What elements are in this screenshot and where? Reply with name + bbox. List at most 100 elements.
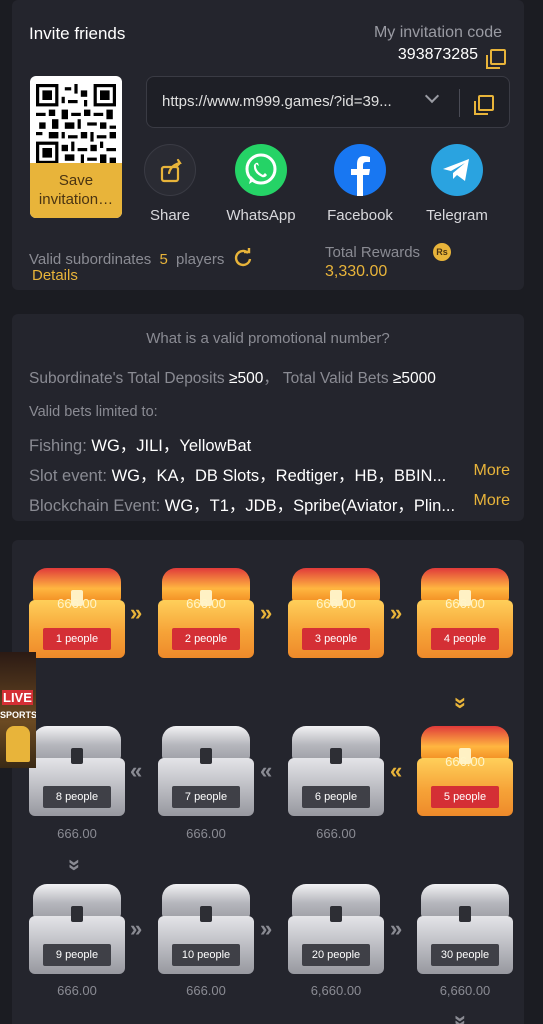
chevron-down-icon[interactable] xyxy=(424,88,440,104)
blockchain-label: Blockchain Event: xyxy=(29,497,161,515)
invitation-link: https://www.m999.games/?id=39... xyxy=(162,93,392,110)
live-label: LIVE xyxy=(2,690,33,705)
share-label: Share xyxy=(149,207,191,224)
blockchain-more-link[interactable]: More xyxy=(474,492,510,510)
chest-8[interactable]: 8 people xyxy=(29,726,125,818)
chest-people: 8 people xyxy=(43,786,111,808)
share-icon xyxy=(144,144,196,196)
whatsapp-label: WhatsApp xyxy=(226,207,296,224)
facebook-label: Facebook xyxy=(327,207,393,224)
qr-card: Save invitation… xyxy=(30,76,122,218)
total-rewards-label: Total Rewards xyxy=(325,244,421,261)
arrow-left-icon: « xyxy=(260,758,273,783)
blockchain-value: WG，T1，JDB，Spribe(Aviator，Plin... xyxy=(164,497,456,515)
arrow-left-icon: « xyxy=(130,758,143,783)
arrow-right-icon: » xyxy=(130,916,143,941)
page-title: Invite friends xyxy=(29,24,126,43)
chest-10[interactable]: 10 people xyxy=(158,884,254,976)
chest-20[interactable]: 20 people xyxy=(288,884,384,976)
fishing-value: WG，JILI，YellowBat xyxy=(91,437,252,455)
sports-label: SPORTS xyxy=(0,710,36,720)
qr-code xyxy=(36,84,116,164)
telegram-label: Telegram xyxy=(426,207,488,224)
chest-amount: 666.00 xyxy=(57,596,97,611)
arrow-down-icon: » xyxy=(63,858,89,872)
chest-people: 9 people xyxy=(43,944,111,966)
chest-people: 4 people xyxy=(431,628,499,650)
chest-4[interactable]: 666.00 4 people xyxy=(417,568,513,660)
chest-amount: 666.00 xyxy=(57,826,97,841)
chest-people: 7 people xyxy=(172,786,240,808)
refresh-icon[interactable] xyxy=(233,248,253,268)
subordinates-unit: players xyxy=(176,251,225,268)
chest-amount: 666.00 xyxy=(186,596,226,611)
invite-page: Invite friends My invitation code 393873… xyxy=(0,0,543,1024)
slot-more-link[interactable]: More xyxy=(474,462,510,480)
chest-6[interactable]: 6 people xyxy=(288,726,384,818)
deposits-value: ≥500 xyxy=(229,370,264,387)
arrow-down-icon: » xyxy=(449,696,475,710)
invite-card: Invite friends My invitation code 393873… xyxy=(12,0,524,290)
chest-people: 5 people xyxy=(431,786,499,808)
chest-people: 20 people xyxy=(302,944,370,966)
deposit-requirement: Subordinate's Total Deposits ≥500， Total… xyxy=(29,370,436,387)
details-link[interactable]: Details xyxy=(32,267,78,284)
arrow-right-icon: » xyxy=(260,600,273,625)
chest-3[interactable]: 666.00 3 people xyxy=(288,568,384,660)
chest-people: 30 people xyxy=(431,944,499,966)
copy-link-icon[interactable] xyxy=(474,95,494,115)
arrow-right-icon: » xyxy=(130,600,143,625)
chest-amount: 666.00 xyxy=(57,983,97,998)
slot-value: WG，KA，DB Slots，Redtiger，HB，BBIN... xyxy=(111,467,447,485)
telegram-button[interactable]: Telegram xyxy=(415,144,499,224)
save-label: Save xyxy=(58,172,94,189)
live-sports-banner[interactable]: LIVE SPORTS xyxy=(0,652,36,768)
blockchain-row: Blockchain Event: WG，T1，JDB，Spribe(Aviat… xyxy=(29,492,455,516)
arrow-right-icon: » xyxy=(390,916,403,941)
chest-30[interactable]: 30 people xyxy=(417,884,513,976)
bets-label: Total Valid Bets xyxy=(282,370,389,387)
chest-people: 10 people xyxy=(172,944,240,966)
subordinates-label: Valid subordinates xyxy=(29,251,152,268)
whatsapp-button[interactable]: WhatsApp xyxy=(219,144,303,224)
chest-amount: 666.00 xyxy=(445,596,485,611)
limited-label: Valid bets limited to: xyxy=(29,404,158,420)
slot-label: Slot event: xyxy=(29,467,107,485)
chest-7[interactable]: 7 people xyxy=(158,726,254,818)
telegram-icon xyxy=(431,144,483,196)
promo-heading: What is a valid promotional number? xyxy=(146,330,390,347)
invitation-link-field[interactable]: https://www.m999.games/?id=39... xyxy=(146,76,510,128)
chest-9[interactable]: 9 people xyxy=(29,884,125,976)
chest-people: 2 people xyxy=(172,628,240,650)
chest-amount: 666.00 xyxy=(445,754,485,769)
chest-5[interactable]: 666.00 5 people xyxy=(417,726,513,818)
chest-amount: 666.00 xyxy=(316,596,356,611)
facebook-button[interactable]: Facebook xyxy=(318,144,402,224)
chest-amount: 666.00 xyxy=(186,983,226,998)
save-invitation-button[interactable]: Save invitation… xyxy=(30,163,122,218)
player-figure xyxy=(6,726,30,762)
facebook-icon xyxy=(334,144,386,196)
bets-value: ≥5000 xyxy=(392,370,436,387)
whatsapp-icon xyxy=(235,144,287,196)
valid-subordinates: Valid subordinates 5 players xyxy=(29,248,253,268)
chest-amount: 666.00 xyxy=(186,826,226,841)
total-rewards-value: 3,330.00 xyxy=(325,263,388,280)
slot-row: Slot event: WG，KA，DB Slots，Redtiger，HB，B… xyxy=(29,462,446,486)
chest-amount: 666.00 xyxy=(316,826,356,841)
fishing-row: Fishing: WG，JILI，YellowBat xyxy=(29,432,251,456)
copy-code-icon[interactable] xyxy=(486,49,506,69)
invitation-code-label: My invitation code xyxy=(373,24,502,41)
divider xyxy=(459,89,460,117)
arrow-right-icon: » xyxy=(260,916,273,941)
deposits-label: Subordinate's Total Deposits xyxy=(29,370,225,387)
fishing-label: Fishing: xyxy=(29,437,87,455)
share-button[interactable]: Share xyxy=(128,144,212,224)
chest-amount: 6,660.00 xyxy=(439,983,491,998)
chest-amount: 6,660.00 xyxy=(310,983,362,998)
arrow-right-icon: » xyxy=(390,600,403,625)
chest-1[interactable]: 666.00 1 people xyxy=(29,568,125,660)
promo-info-card: What is a valid promotional number? Subo… xyxy=(12,314,524,521)
save-label-2: invitation… xyxy=(38,191,114,208)
chest-2[interactable]: 666.00 2 people xyxy=(158,568,254,660)
